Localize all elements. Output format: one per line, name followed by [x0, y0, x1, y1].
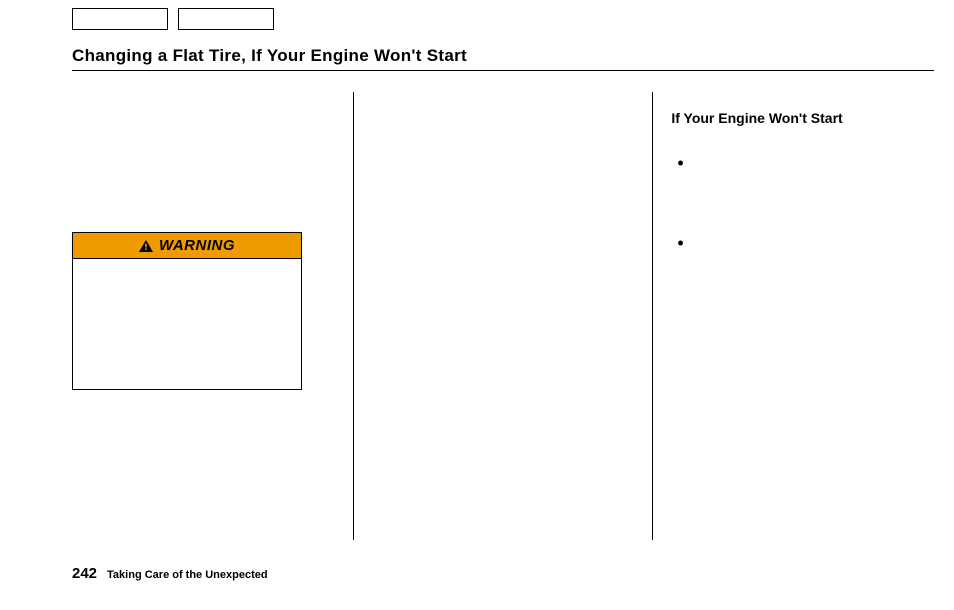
- column-right: If Your Engine Won't Start: [653, 92, 934, 540]
- column-middle: [354, 92, 653, 540]
- page-footer: 242 Taking Care of the Unexpected: [72, 565, 268, 582]
- title-rule: [72, 70, 934, 71]
- warning-box: WARNING: [72, 232, 302, 390]
- warning-header: WARNING: [73, 233, 301, 259]
- nav-box-2[interactable]: [178, 8, 274, 30]
- content-area: WARNING If Your Engine Won't Start: [72, 92, 934, 540]
- warning-triangle-icon: [139, 240, 153, 252]
- section-heading: If Your Engine Won't Start: [671, 92, 934, 156]
- page-title: Changing a Flat Tire, If Your Engine Won…: [72, 46, 467, 66]
- list-item: [671, 236, 934, 256]
- page-number: 242: [72, 565, 97, 582]
- column-left: WARNING: [72, 92, 353, 540]
- footer-section-title: Taking Care of the Unexpected: [107, 569, 268, 581]
- nav-box-1[interactable]: [72, 8, 168, 30]
- warning-body: [73, 259, 301, 389]
- bullet-list: [671, 156, 934, 256]
- warning-label: WARNING: [159, 237, 235, 254]
- list-item: [671, 156, 934, 176]
- top-nav-boxes: [72, 8, 274, 30]
